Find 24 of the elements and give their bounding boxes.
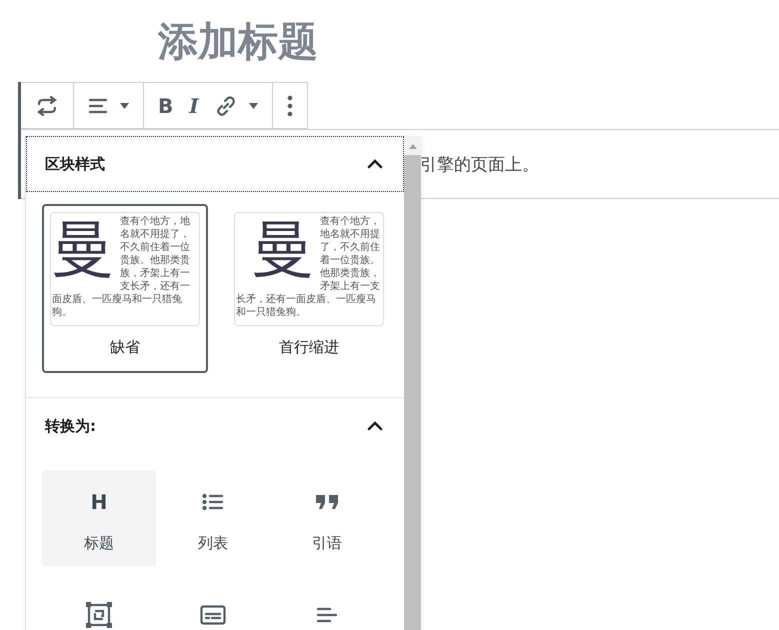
block-type-option[interactable]: H 标题 [42, 470, 156, 567]
caret-icon [120, 102, 129, 108]
paragraph-text[interactable]: 引擎的页面上。 [420, 152, 539, 176]
italic-button[interactable]: I [183, 84, 205, 128]
frame-icon [86, 602, 112, 628]
text-box-icon [200, 605, 226, 625]
bold-button[interactable]: B [152, 84, 180, 128]
lines-icon [316, 607, 338, 623]
post-title[interactable]: 添加标题 [158, 14, 779, 82]
arrows-swap-icon [35, 96, 59, 116]
align-left-icon [88, 96, 108, 114]
chevron-up-icon [367, 421, 383, 431]
block-type-option[interactable]: 引语 [270, 470, 384, 567]
block-type-option[interactable]: 列表 [156, 470, 270, 567]
more-vertical-icon [286, 94, 293, 116]
caret-icon [248, 102, 258, 108]
chevron-up-icon [367, 159, 383, 169]
quote-icon [315, 494, 339, 510]
style-label: 缺省 [110, 338, 140, 357]
link-icon [214, 94, 237, 116]
section-header[interactable]: 转换为: [26, 398, 404, 454]
list-icon [202, 493, 224, 511]
style-label: 首行缩进 [279, 338, 339, 357]
scrollbar[interactable] [404, 136, 421, 630]
